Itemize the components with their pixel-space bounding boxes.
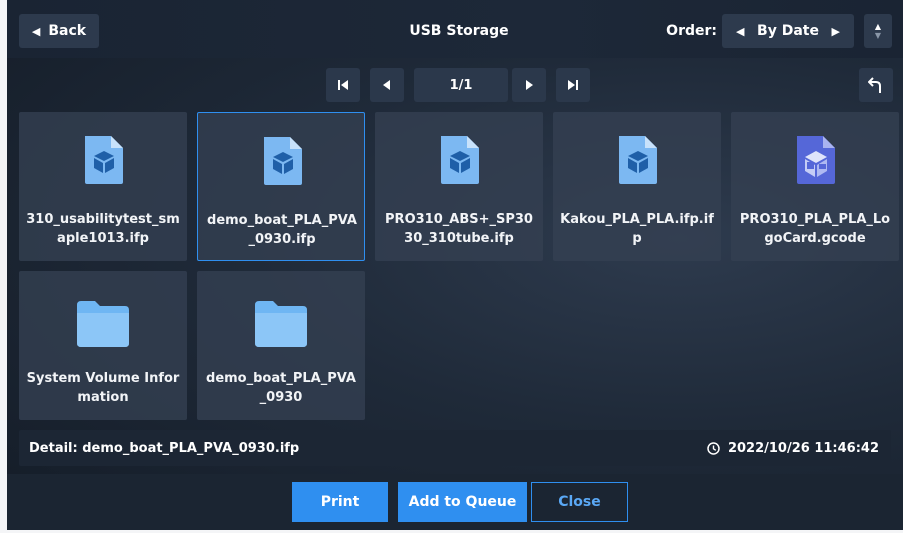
sort-direction-button[interactable]: ▲ ▼ (864, 14, 892, 48)
last-page-button[interactable] (556, 68, 590, 102)
bottom-action-bar: Print Add to Queue Close (7, 474, 903, 530)
page-indicator: 1/1 (414, 68, 508, 102)
detail-text: Detail: demo_boat_PLA_PVA_0930.ifp (29, 440, 300, 456)
order-selector[interactable]: ◀ By Date ▶ (722, 14, 854, 48)
first-page-button[interactable] (326, 68, 360, 102)
file-tile[interactable]: PRO310_PLA_PLA_LogoCard.gcode (731, 112, 899, 261)
folder-name: demo_boat_PLA_PVA_0930 (206, 371, 356, 405)
close-button[interactable]: Close (531, 482, 628, 522)
back-label: Back (48, 23, 87, 39)
clock-icon (707, 441, 720, 455)
next-page-icon (526, 80, 533, 90)
next-page-button[interactable] (512, 68, 546, 102)
gcode-file-icon (797, 136, 835, 184)
file-icon (441, 136, 479, 184)
top-bar: ◀ Back USB Storage Order: ◀ By Date ▶ ▲ … (7, 0, 903, 58)
first-page-icon (338, 80, 348, 90)
order-prev-icon[interactable]: ◀ (736, 25, 744, 38)
file-tile[interactable]: 310_usabilitytest_smaple1013.ifp (19, 112, 187, 261)
page-title: USB Storage (409, 23, 509, 39)
folder-name: System Volume Information (26, 371, 180, 405)
sort-down-icon: ▼ (874, 31, 882, 40)
folder-tile[interactable]: demo_boat_PLA_PVA_0930 (197, 271, 365, 420)
sort-up-icon: ▲ (874, 22, 882, 31)
file-name: PRO310_ABS+_SP3030_310tube.ifp (385, 212, 533, 246)
file-tile[interactable]: PRO310_ABS+_SP3030_310tube.ifp (375, 112, 543, 261)
print-button[interactable]: Print (292, 482, 388, 522)
file-icon (264, 137, 302, 185)
add-to-queue-button[interactable]: Add to Queue (398, 482, 527, 522)
usb-storage-screen: ◀ Back USB Storage Order: ◀ By Date ▶ ▲ … (7, 0, 903, 530)
order-label: Order: (666, 23, 717, 39)
order-next-icon[interactable]: ▶ (832, 25, 840, 38)
file-name: demo_boat_PLA_PVA_0930.ifp (207, 213, 357, 247)
folder-icon (255, 301, 307, 347)
back-arrow-icon: ◀ (31, 24, 41, 38)
file-name: 310_usabilitytest_smaple1013.ifp (26, 212, 180, 246)
file-name: Kakou_PLA_PLA.ifp.ifp (560, 212, 714, 246)
folder-tile[interactable]: System Volume Information (19, 271, 187, 420)
detail-bar: Detail: demo_boat_PLA_PVA_0930.ifp 2022/… (19, 430, 891, 466)
order-value: By Date (757, 23, 819, 39)
file-name: PRO310_PLA_PLA_LogoCard.gcode (739, 212, 891, 246)
file-tile[interactable]: Kakou_PLA_PLA.ifp.ifp (553, 112, 721, 261)
folder-icon (77, 301, 129, 347)
timestamp-text: 2022/10/26 11:46:42 (727, 440, 879, 456)
detail-timestamp: 2022/10/26 11:46:42 (707, 430, 879, 466)
return-up-icon (868, 77, 881, 93)
file-tile-selected[interactable]: demo_boat_PLA_PVA_0930.ifp (197, 112, 365, 261)
file-icon (85, 136, 123, 184)
prev-page-icon (383, 80, 390, 90)
back-button[interactable]: ◀ Back (19, 14, 99, 48)
file-icon (619, 136, 657, 184)
last-page-icon (568, 80, 578, 90)
prev-page-button[interactable] (370, 68, 404, 102)
parent-directory-button[interactable] (859, 68, 893, 102)
